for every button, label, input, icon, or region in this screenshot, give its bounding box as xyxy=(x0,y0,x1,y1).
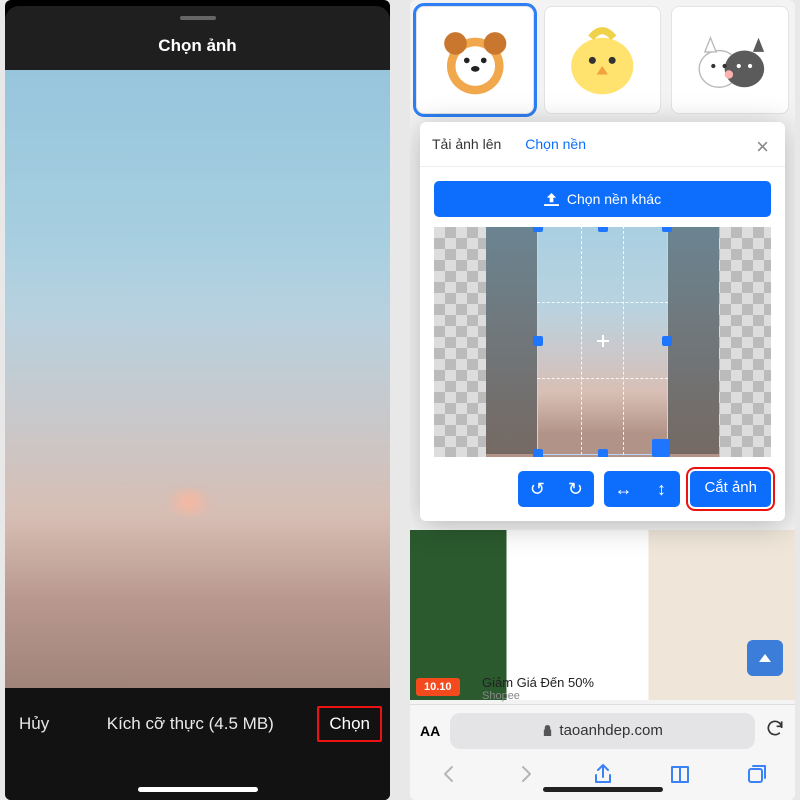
photo-cloud-detail xyxy=(159,489,219,515)
back-button[interactable] xyxy=(436,762,462,786)
cancel-button[interactable]: Hủy xyxy=(5,706,63,742)
bookmarks-button[interactable] xyxy=(667,762,693,786)
flip-group: ↔ ↕ xyxy=(604,471,680,507)
crop-center-icon xyxy=(597,335,609,347)
undo-redo-group: ↺ ↻ xyxy=(518,471,594,507)
crop-handle-br[interactable] xyxy=(652,439,670,457)
scroll-to-top-button[interactable] xyxy=(747,640,783,676)
picker-bottom-bar: Hủy Kích cỡ thực (4.5 MB) Chọn xyxy=(5,688,390,800)
choose-other-bg-button[interactable]: Chọn nền khác xyxy=(434,181,771,217)
modal-close-button[interactable]: × xyxy=(748,130,777,164)
forward-button[interactable] xyxy=(513,762,539,786)
crop-selection[interactable] xyxy=(538,227,667,454)
undo-button[interactable]: ↺ xyxy=(518,471,556,507)
tabs-button[interactable] xyxy=(744,762,770,786)
crop-handle-l[interactable] xyxy=(533,336,543,346)
choose-other-bg-label: Chọn nền khác xyxy=(567,191,661,207)
ad-source: Shopee xyxy=(482,690,594,702)
file-size-label: Kích cỡ thực (4.5 MB) xyxy=(63,706,317,734)
crop-handle-tl[interactable] xyxy=(533,227,543,232)
safari-toolbar xyxy=(410,756,795,800)
tab-upload[interactable]: Tải ảnh lên xyxy=(420,122,513,166)
ad-headline: Giảm Giá Đến 50% xyxy=(482,675,594,690)
ad-date-badge: 10.10 xyxy=(416,678,460,696)
photo-preview[interactable] xyxy=(5,70,390,688)
picker-title: Chọn ảnh xyxy=(5,30,390,70)
safari-address-bar: AA taoanhdep.com xyxy=(410,704,795,756)
tab-choose-bg[interactable]: Chọn nền xyxy=(513,122,598,166)
home-indicator[interactable] xyxy=(138,787,258,792)
crop-button[interactable]: Cắt ảnh xyxy=(690,471,771,507)
flip-vertical-button[interactable]: ↕ xyxy=(642,471,680,507)
ad-strip: 10.10 Giảm Giá Đến 50% Shopee xyxy=(410,530,795,700)
crop-handle-bl[interactable] xyxy=(533,449,543,457)
crop-toolbar: ↺ ↻ ↔ ↕ Cắt ảnh xyxy=(420,457,785,507)
lock-icon xyxy=(542,724,553,737)
upload-icon xyxy=(544,193,559,206)
crop-handle-t[interactable] xyxy=(598,227,608,232)
ad-text[interactable]: Giảm Giá Đến 50% Shopee xyxy=(482,675,594,702)
reload-button[interactable] xyxy=(765,718,785,743)
text-size-button[interactable]: AA xyxy=(420,723,440,739)
sticker-chick[interactable] xyxy=(544,6,662,114)
url-domain: taoanhdep.com xyxy=(559,722,662,739)
crop-dim-left xyxy=(486,227,538,454)
crop-handle-b[interactable] xyxy=(598,449,608,457)
redo-button[interactable]: ↻ xyxy=(556,471,594,507)
url-bar[interactable]: taoanhdep.com xyxy=(450,713,755,749)
choose-button[interactable]: Chọn xyxy=(317,706,382,742)
crop-canvas[interactable] xyxy=(434,227,771,457)
sticker-row xyxy=(410,0,795,120)
phone-right: 10.10 Giảm Giá Đến 50% Shopee Tải ảnh lê… xyxy=(410,0,795,800)
crop-handle-tr[interactable] xyxy=(662,227,672,232)
phone-left: Chọn ảnh Hủy Kích cỡ thực (4.5 MB) Chọn xyxy=(5,0,390,800)
share-button[interactable] xyxy=(590,762,616,786)
sticker-cats[interactable] xyxy=(671,6,789,114)
crop-dim-right xyxy=(667,227,719,454)
crop-handle-r[interactable] xyxy=(662,336,672,346)
home-indicator[interactable] xyxy=(543,787,663,792)
upload-modal: Tải ảnh lên Chọn nền × Chọn nền khác xyxy=(420,122,785,521)
sheet-grabber[interactable] xyxy=(5,6,390,30)
sticker-dog[interactable] xyxy=(416,6,534,114)
flip-horizontal-button[interactable]: ↔ xyxy=(604,471,642,507)
modal-tabs: Tải ảnh lên Chọn nền × xyxy=(420,122,785,167)
